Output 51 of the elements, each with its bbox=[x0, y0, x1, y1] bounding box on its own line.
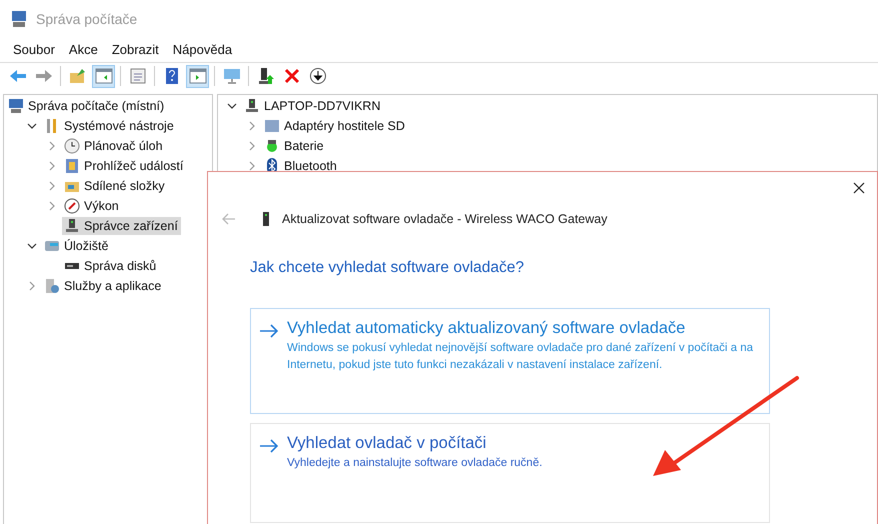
tree-item[interactable]: Adaptéry hostitele SD bbox=[262, 117, 408, 135]
back-icon bbox=[8, 67, 26, 85]
gauge-icon bbox=[64, 198, 80, 214]
back-arrow-icon[interactable] bbox=[222, 213, 236, 225]
tree-item[interactable]: Baterie bbox=[262, 137, 327, 155]
device-update-icon bbox=[256, 67, 274, 85]
dialog-heading: Jak chcete vyhledat software ovladače? bbox=[250, 259, 525, 277]
menu-item[interactable]: Zobrazit bbox=[104, 42, 166, 56]
panel-icon bbox=[188, 67, 206, 85]
arrow-right-icon bbox=[259, 324, 279, 338]
option-title: Vyhledat ovladač v počítači bbox=[287, 434, 488, 453]
device-icon bbox=[244, 98, 260, 114]
menu-item[interactable]: Akce bbox=[62, 42, 105, 56]
search-option-button[interactable]: Vyhledat ovladač v počítači Vyhledejte a nainstalujte software ovladače ručně. bbox=[250, 423, 770, 523]
tree-item[interactable]: Výkon bbox=[62, 197, 122, 215]
monitor-icon bbox=[222, 67, 240, 85]
menu-item[interactable]: Soubor bbox=[6, 42, 62, 56]
app-icon bbox=[10, 10, 28, 28]
storage-icon bbox=[44, 238, 60, 254]
arrow-right-icon bbox=[259, 439, 279, 453]
battery-icon bbox=[264, 138, 280, 154]
option-description: Vyhledejte a nainstalujte software ovladače ručně. bbox=[287, 456, 542, 471]
option-title: Vyhledat automaticky aktualizovaný software ovladače bbox=[287, 319, 686, 338]
search-option-button[interactable] bbox=[250, 308, 770, 414]
tree-item[interactable]: Prohlížeč událostí bbox=[62, 157, 186, 175]
tree-item[interactable]: Plánovač úloh bbox=[62, 137, 166, 155]
tree-item[interactable]: LAPTOP-DD7VIKRN bbox=[242, 97, 384, 115]
computer-icon bbox=[8, 98, 24, 114]
tree-item[interactable]: Správce zařízení bbox=[62, 217, 181, 235]
tree-item[interactable]: Sdílené složky bbox=[62, 177, 168, 195]
forward-icon bbox=[34, 67, 52, 85]
event-log-icon bbox=[64, 158, 80, 174]
panel-icon bbox=[94, 67, 112, 85]
tree-item[interactable]: Služby a aplikace bbox=[42, 277, 164, 295]
delete-icon bbox=[282, 67, 300, 85]
menu-item[interactable]: Nápověda bbox=[166, 42, 240, 56]
tree-item[interactable]: Správa disků bbox=[62, 257, 160, 275]
download-icon bbox=[308, 67, 326, 85]
dialog-title: Aktualizovat software ovladače - Wireless WACO Gateway bbox=[282, 212, 608, 226]
tree-item[interactable]: Úložiště bbox=[42, 237, 112, 255]
option-description: Windows se pokusí vyhledat nejnovější software ovladače pro dané zařízení v počítači a na Internetu, pokud jste tuto funkci nezakázali v nastavení instalace zařízení. bbox=[287, 341, 754, 373]
device-icon bbox=[64, 218, 80, 234]
sheet-icon bbox=[128, 67, 146, 85]
clock-icon bbox=[64, 138, 80, 154]
tree-item[interactable]: Systémové nástroje bbox=[42, 117, 177, 135]
close-icon bbox=[853, 182, 865, 194]
tree-item[interactable]: Správa počítače (místní) bbox=[6, 97, 168, 115]
folder-up-icon bbox=[68, 67, 86, 85]
window-title: Správa počítače bbox=[36, 11, 138, 27]
services-icon bbox=[44, 278, 60, 294]
adapter-icon bbox=[264, 118, 280, 134]
